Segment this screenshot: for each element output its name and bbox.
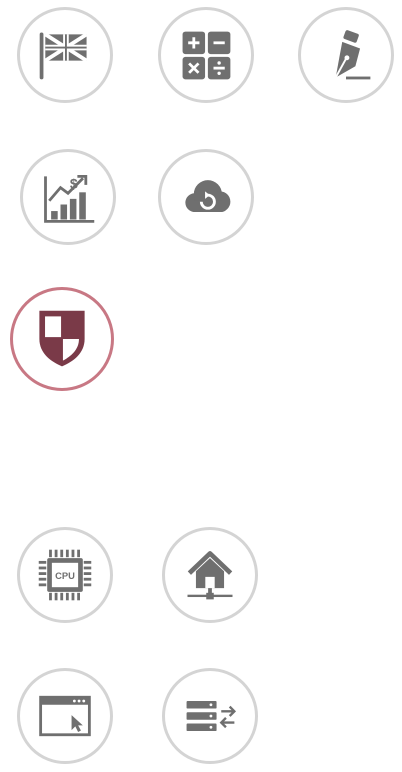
- calculator-icon: [182, 31, 231, 80]
- cloud-sync-icon: [185, 180, 231, 212]
- server-transfer-button[interactable]: [162, 668, 258, 764]
- cloud-sync-button[interactable]: [158, 149, 254, 245]
- home-network-button[interactable]: [162, 527, 258, 623]
- shield-button[interactable]: [10, 287, 114, 391]
- svg-text:$: $: [70, 176, 78, 192]
- pen-nib-icon: [334, 30, 371, 80]
- browser-cursor-button[interactable]: [17, 668, 113, 764]
- flag-button[interactable]: [17, 7, 113, 103]
- pen-nib-button[interactable]: [298, 7, 394, 103]
- home-network-icon: [187, 551, 233, 600]
- server-transfer-icon: [186, 701, 237, 731]
- cpu-chip-icon: CPU: [38, 549, 92, 601]
- calculator-button[interactable]: [158, 7, 254, 103]
- flag-icon: [39, 32, 88, 80]
- browser-cursor-icon: [39, 695, 91, 737]
- finance-growth-icon: $: [44, 174, 95, 223]
- finance-growth-button[interactable]: $: [20, 149, 116, 245]
- cpu-label: CPU: [55, 571, 75, 581]
- cpu-button[interactable]: CPU: [17, 527, 113, 623]
- shield-icon: [39, 310, 85, 367]
